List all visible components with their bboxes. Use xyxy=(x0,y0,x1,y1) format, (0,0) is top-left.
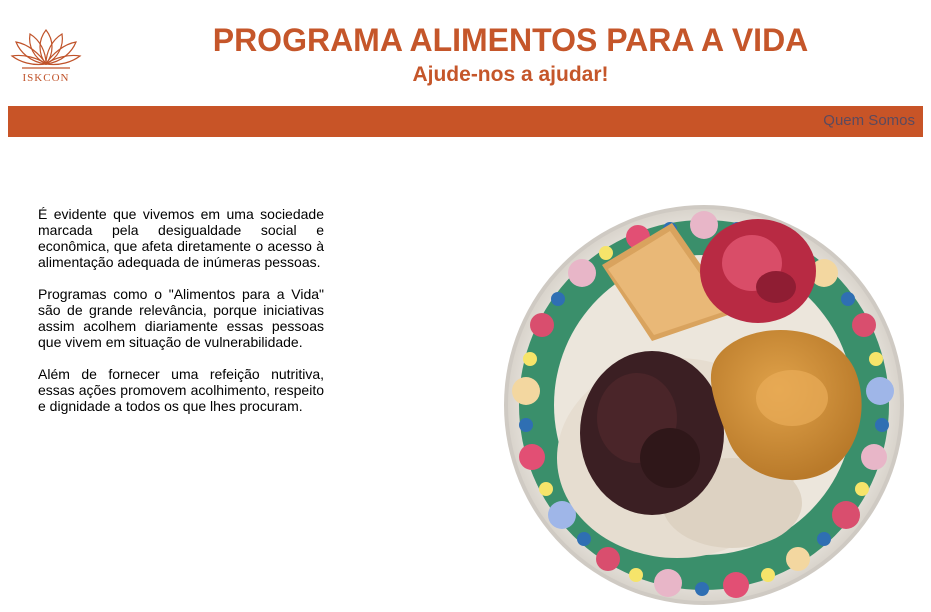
nav-link-quem-somos[interactable]: Quem Somos xyxy=(823,112,915,129)
paragraph: Programas como o "Alimentos para a Vida"… xyxy=(38,286,324,350)
logo-text: ISKCON xyxy=(22,72,70,84)
page-title: PROGRAMA ALIMENTOS PARA A VIDA xyxy=(212,22,809,58)
plate-of-food-image xyxy=(502,203,906,607)
paragraph: Além de fornecer uma refeição nutritiva,… xyxy=(38,366,324,414)
paragraph: É evidente que vivemos em uma sociedade … xyxy=(38,206,324,270)
nav-bar: Quem Somos xyxy=(8,106,923,137)
main-text: É evidente que vivemos em uma sociedade … xyxy=(38,206,324,430)
page-subtitle: Ajude-nos a ajudar! xyxy=(412,63,609,86)
iskcon-logo[interactable]: ISKCON xyxy=(8,24,84,90)
lotus-icon xyxy=(10,29,82,69)
